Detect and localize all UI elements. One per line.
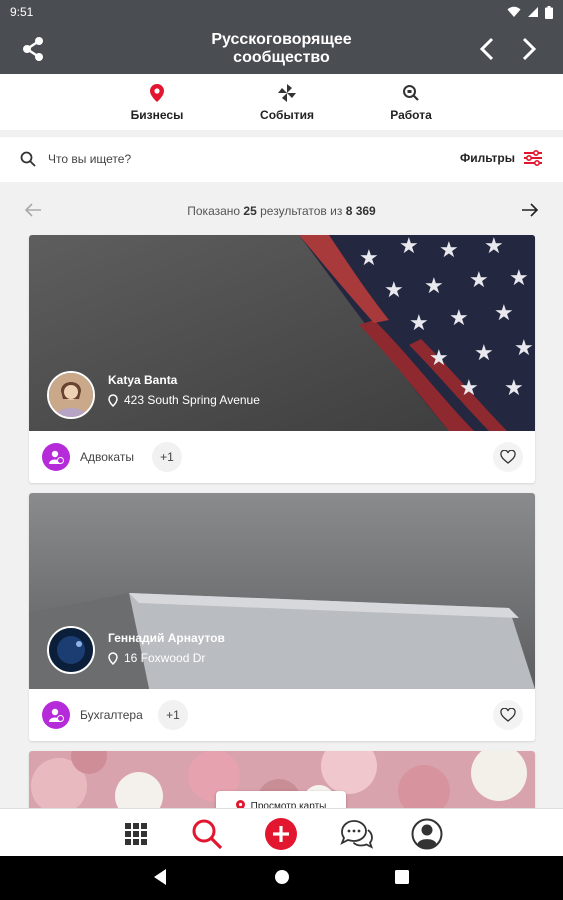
svg-text:★: ★ [424,274,444,299]
battery-icon [545,5,553,19]
filters-label: Фильтры [459,151,515,165]
tab-businesses[interactable]: Бизнесы [107,82,207,122]
card-image: Геннадий Арнаутов 16 Foxwood Dr [29,493,535,689]
svg-text:★: ★ [484,235,504,259]
card-person: Katya Banta 423 South Spring Avenue [108,373,260,407]
recents-icon[interactable] [394,868,410,886]
business-name: Katya Banta [108,373,178,387]
card-footer: Адвокаты +1 [29,431,535,483]
chevron-left-icon [479,37,494,61]
filters-button[interactable]: Фильтры [460,150,543,166]
nav-add[interactable] [264,817,298,851]
signal-icon [528,7,538,17]
svg-text:★: ★ [514,336,534,361]
wifi-icon [507,6,521,17]
chevron-right-icon [522,37,537,61]
svg-text:★: ★ [384,278,404,303]
bottom-navigation [0,808,563,856]
status-bar: 9:51 [0,0,563,24]
lawyer-icon [49,450,64,464]
business-card[interactable]: ★ ★ ★ ★ ★ ★ ★ ★ ★ ★ ★ ★ ★ ★ ★ ★ Katya Ba… [29,235,535,483]
search-input[interactable]: Что вы ищете? [48,152,131,166]
more-categories-badge[interactable]: +1 [158,700,188,730]
back-icon[interactable] [152,868,168,886]
page-title-line1: Русскоговорящее [211,31,352,48]
search-icon [20,151,36,167]
nav-search[interactable] [190,817,224,851]
share-button[interactable] [20,36,46,67]
nav-profile[interactable] [410,817,444,851]
avatar [47,626,95,674]
business-card[interactable]: Геннадий Арнаутов 16 Foxwood Dr Бухгалте… [29,493,535,741]
location-pin-icon [108,651,118,665]
search-bar: Что вы ищете? Фильтры [0,136,563,182]
next-button[interactable] [516,36,540,67]
svg-text:★: ★ [409,311,429,336]
category-label: Адвокаты [80,450,134,464]
tab-events-label: События [260,108,314,122]
accountant-icon [49,708,64,722]
avatar [47,371,95,419]
system-navigation-bar [0,856,563,900]
chat-icon [340,820,373,849]
add-icon [265,818,297,850]
page-title: Русскоговорящее сообщество [150,31,413,67]
favorite-button[interactable] [493,442,523,472]
category-tabs: Бизнесы События Работа [0,74,563,130]
category-label: Бухгалтера [80,708,143,722]
svg-text:★: ★ [429,346,449,371]
card-footer: Бухгалтера +1 [29,689,535,741]
nav-messages[interactable] [339,817,373,851]
share-icon [23,37,43,61]
nav-categories[interactable] [119,817,153,851]
previous-button[interactable] [476,36,500,67]
category-badge [42,701,70,729]
tab-jobs[interactable]: Работа [361,82,461,122]
profile-icon [411,818,443,850]
pinwheel-icon [278,84,296,102]
home-icon[interactable] [273,868,291,886]
search-icon [192,819,223,850]
heart-icon [500,450,516,464]
card-person: Геннадий Арнаутов 16 Foxwood Dr [108,631,225,665]
svg-text:★: ★ [504,376,524,401]
results-pager: Показано 25 результатов из 8 369 [20,198,543,224]
svg-text:★: ★ [459,376,479,401]
filter-sliders-icon [524,150,542,166]
laptop-background-image [29,493,535,689]
favorite-button[interactable] [493,700,523,730]
status-time: 9:51 [10,5,34,19]
svg-text:★: ★ [474,341,494,366]
tab-businesses-label: Бизнесы [130,108,184,122]
location-pin-icon [108,393,118,407]
svg-text:★: ★ [439,238,459,263]
svg-text:★: ★ [359,246,379,271]
app-bar: Русскоговорящее сообщество [0,24,563,74]
category-badge [42,443,70,471]
page-title-line2: сообщество [233,49,330,66]
business-address: 16 Foxwood Dr [108,651,225,665]
arrow-left-icon[interactable] [24,202,42,218]
tab-jobs-label: Работа [390,108,432,122]
svg-text:★: ★ [469,268,489,293]
tab-events[interactable]: События [237,82,337,122]
svg-text:★: ★ [449,306,469,331]
card-image: ★ ★ ★ ★ ★ ★ ★ ★ ★ ★ ★ ★ ★ ★ ★ ★ Katya Ba… [29,235,535,431]
results-count: Показано 25 результатов из 8 369 [187,204,376,218]
heart-icon [500,708,516,722]
flag-background-image: ★ ★ ★ ★ ★ ★ ★ ★ ★ ★ ★ ★ ★ ★ ★ ★ [29,235,535,431]
svg-text:★: ★ [509,266,529,291]
more-categories-badge[interactable]: +1 [152,442,182,472]
arrow-right-icon[interactable] [521,202,539,218]
svg-text:★: ★ [494,301,514,326]
search-job-icon [403,85,419,101]
business-address: 423 South Spring Avenue [108,393,260,407]
business-name: Геннадий Арнаутов [108,631,225,645]
svg-text:★: ★ [399,235,419,259]
grid-icon [125,823,147,845]
map-pin-icon [150,84,164,102]
